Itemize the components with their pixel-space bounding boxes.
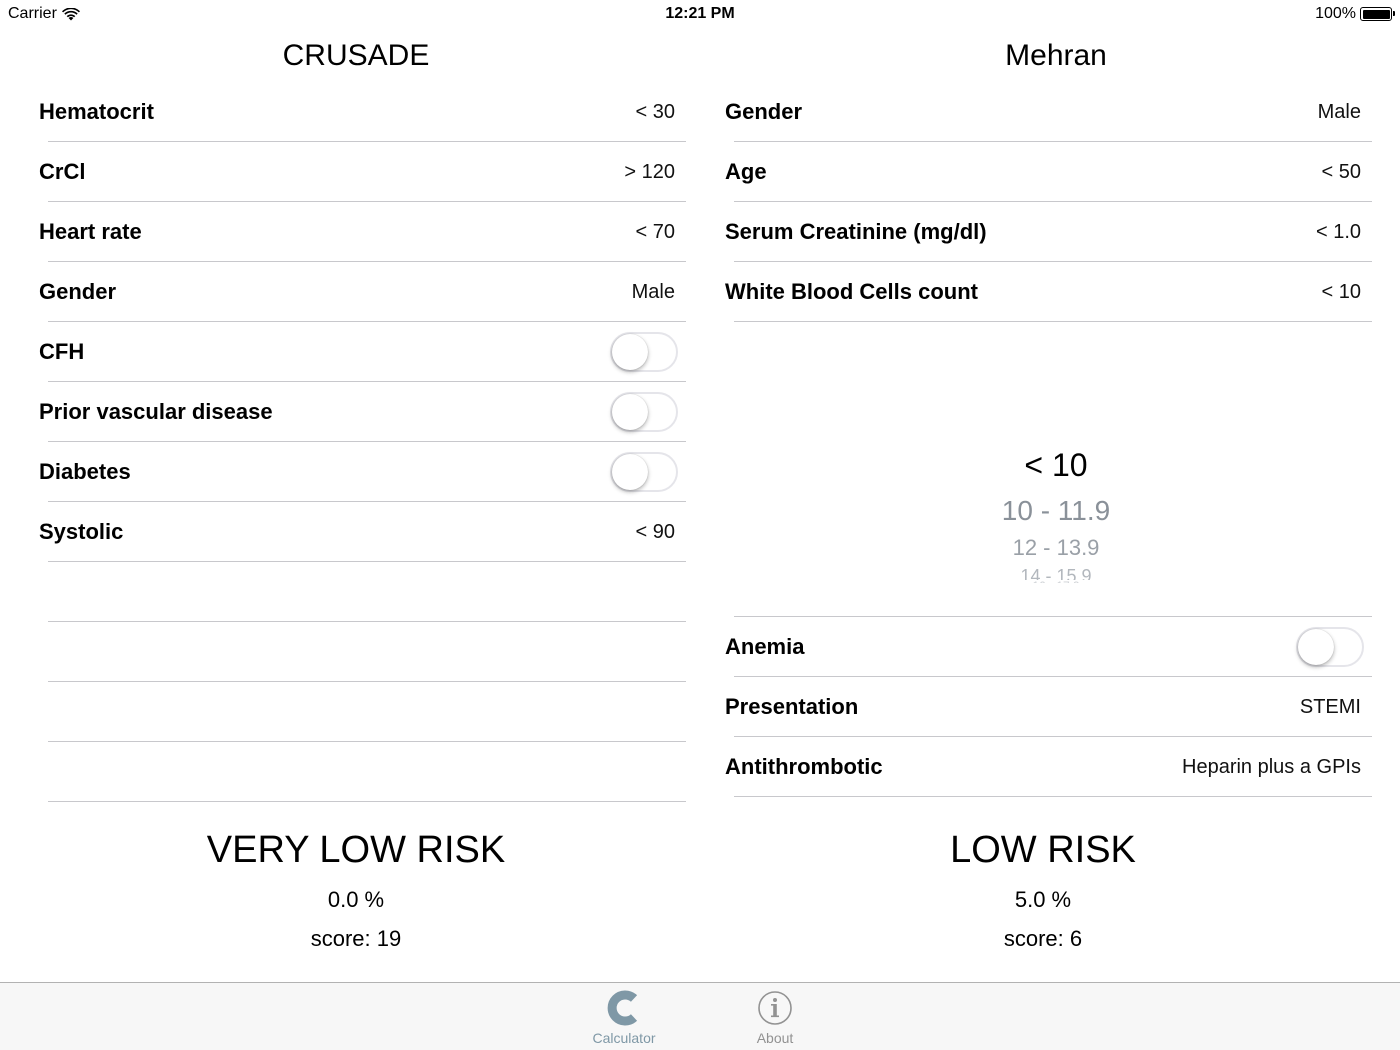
diabetes-row: Diabetes xyxy=(0,442,712,502)
row-label: Serum Creatinine (mg/dl) xyxy=(725,219,987,244)
picker-option[interactable]: 16 - 17.9 xyxy=(712,579,1400,583)
row-label: Antithrombotic xyxy=(725,754,883,779)
empty-row xyxy=(0,742,712,802)
diabetes-toggle[interactable] xyxy=(610,452,678,492)
crusade-score: score: 19 xyxy=(310,926,402,951)
mehran-gender-row[interactable]: Gender Male xyxy=(712,82,1400,142)
row-value: Male xyxy=(1317,100,1361,123)
tab-calculator[interactable]: Calculator xyxy=(574,989,674,1046)
cfh-toggle[interactable] xyxy=(610,332,678,372)
row-label: Anemia xyxy=(725,634,805,659)
row-value: < 10 xyxy=(1321,280,1361,303)
row-label: Age xyxy=(725,159,767,184)
picker-option[interactable]: 10 - 11.9 xyxy=(712,495,1400,527)
crusade-result: VERY LOW RISK 0.0 % score: 19 xyxy=(0,827,712,952)
row-label: White Blood Cells count xyxy=(725,279,978,304)
antithrombotic-row[interactable]: Antithrombotic Heparin plus a GPIs xyxy=(712,737,1400,797)
toggle-knob xyxy=(612,394,648,430)
row-value: Heparin plus a GPIs xyxy=(1182,755,1361,778)
systolic-row[interactable]: Systolic < 90 xyxy=(0,502,712,562)
row-value: STEMI xyxy=(1299,695,1361,718)
row-label: Heart rate xyxy=(39,219,142,244)
wbc-picker[interactable]: < 10 10 - 11.9 12 - 13.9 14 - 15.9 16 - … xyxy=(712,322,1400,617)
mehran-title: Mehran xyxy=(1005,39,1107,72)
mehran-risk-percent: 5.0 % xyxy=(1014,887,1072,912)
hematocrit-row[interactable]: Hematocrit < 30 xyxy=(0,82,712,142)
tab-label: About xyxy=(756,1030,794,1046)
anemia-toggle[interactable] xyxy=(1296,627,1364,667)
cfh-row: CFH xyxy=(0,322,712,382)
white-blood-cells-row[interactable]: White Blood Cells count < 10 xyxy=(712,262,1400,322)
row-value: < 90 xyxy=(635,520,675,543)
empty-row xyxy=(0,622,712,682)
prior-vascular-disease-toggle[interactable] xyxy=(610,392,678,432)
mehran-score: score: 6 xyxy=(1003,926,1083,951)
mehran-result: LOW RISK 5.0 % score: 6 xyxy=(712,827,1374,952)
tab-bar: Calculator About xyxy=(0,982,1400,1050)
row-label: Presentation xyxy=(725,694,859,719)
tab-about[interactable]: About xyxy=(725,989,825,1046)
picker-option-selected[interactable]: < 10 xyxy=(712,447,1400,484)
status-time: 12:21 PM xyxy=(665,5,735,22)
row-label: Systolic xyxy=(39,519,124,544)
row-label: Gender xyxy=(725,99,803,124)
serum-creatinine-row[interactable]: Serum Creatinine (mg/dl) < 1.0 xyxy=(712,202,1400,262)
calculator-c-icon xyxy=(574,989,674,1027)
picker-option[interactable]: 12 - 13.9 xyxy=(712,535,1400,561)
row-value: > 120 xyxy=(624,160,675,183)
info-circle-icon xyxy=(725,989,825,1027)
row-label: CFH xyxy=(39,339,85,364)
tab-label: Calculator xyxy=(592,1030,656,1046)
row-value: < 70 xyxy=(635,220,675,243)
status-bar: Carrier 12:21 PM 100% xyxy=(0,0,1400,30)
row-label: Hematocrit xyxy=(39,99,154,124)
empty-row xyxy=(0,682,712,742)
anemia-row: Anemia xyxy=(712,617,1400,677)
toggle-knob xyxy=(612,454,648,490)
crusade-risk-percent: 0.0 % xyxy=(327,887,385,912)
battery-percent: 100% xyxy=(1315,5,1356,22)
row-value: < 50 xyxy=(1321,160,1361,183)
age-row[interactable]: Age < 50 xyxy=(712,142,1400,202)
crusade-panel: CRUSADE Hematocrit < 30 CrCl > 120 Heart… xyxy=(0,30,712,802)
empty-row xyxy=(0,562,712,622)
crusade-title: CRUSADE xyxy=(282,39,430,72)
row-label: Gender xyxy=(39,279,117,304)
row-value: < 1.0 xyxy=(1315,220,1361,243)
battery-icon xyxy=(1360,7,1395,21)
toggle-knob xyxy=(612,334,648,370)
battery-indicator: 100% xyxy=(1315,5,1395,23)
row-label: Diabetes xyxy=(39,459,131,484)
row-value: < 30 xyxy=(635,100,675,123)
mehran-panel: Mehran Gender Male Age < 50 Serum Creati… xyxy=(712,30,1400,797)
prior-vascular-disease-row: Prior vascular disease xyxy=(0,382,712,442)
picker-option[interactable]: 14 - 15.9 xyxy=(712,566,1400,580)
row-label: Prior vascular disease xyxy=(39,399,273,424)
crcl-row[interactable]: CrCl > 120 xyxy=(0,142,712,202)
gender-row[interactable]: Gender Male xyxy=(0,262,712,322)
crusade-risk-label: VERY LOW RISK xyxy=(206,829,506,871)
row-label: CrCl xyxy=(39,159,86,184)
toggle-knob xyxy=(1298,629,1334,665)
mehran-risk-label: LOW RISK xyxy=(950,829,1136,871)
presentation-row[interactable]: Presentation STEMI xyxy=(712,677,1400,737)
heart-rate-row[interactable]: Heart rate < 70 xyxy=(0,202,712,262)
row-value: Male xyxy=(631,280,675,303)
